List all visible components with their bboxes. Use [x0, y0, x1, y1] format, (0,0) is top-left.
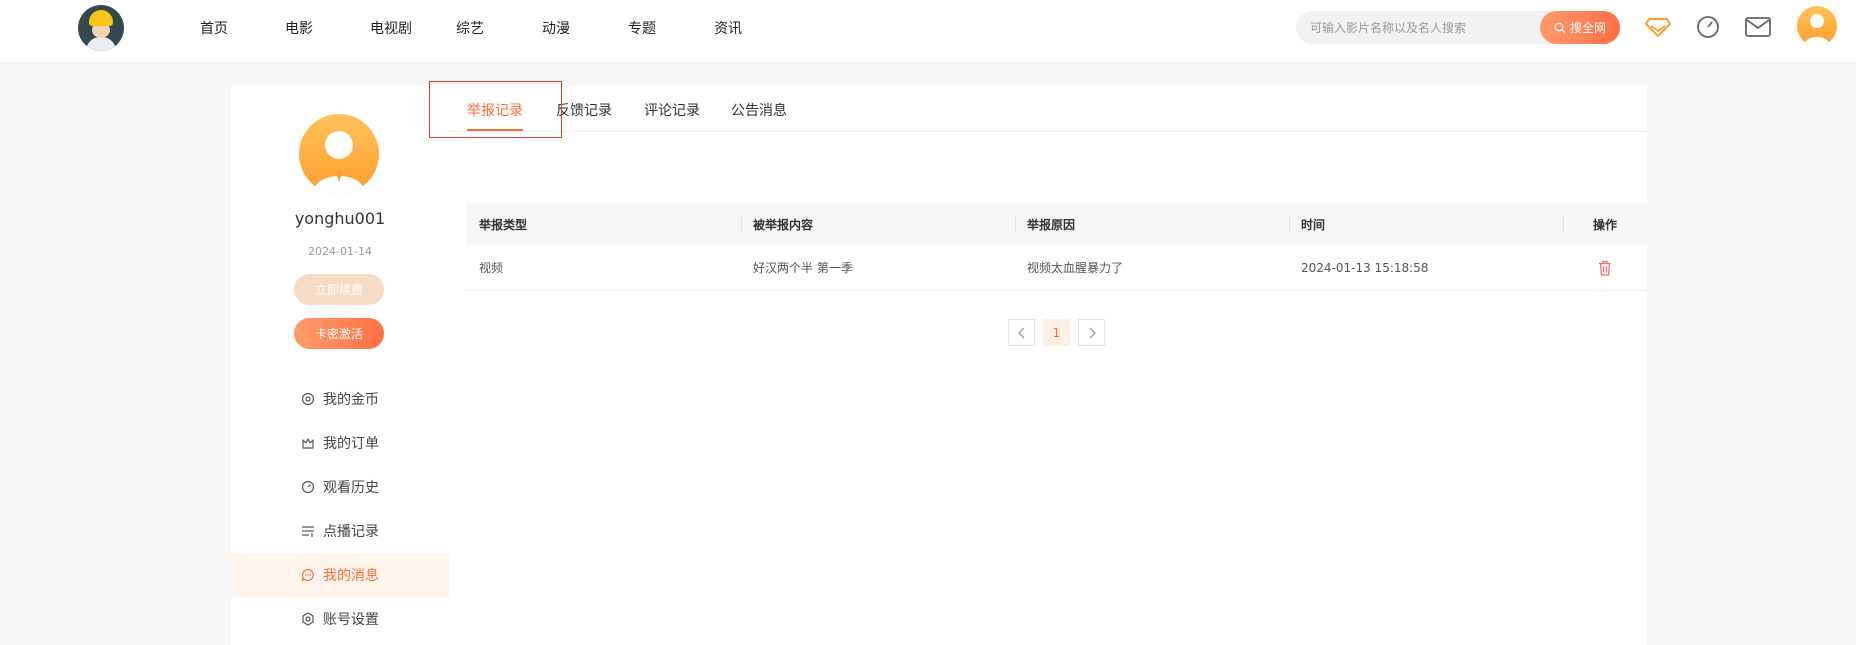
nav-topics[interactable]: 专题	[628, 18, 656, 38]
search-icon	[1554, 22, 1566, 33]
table-header: 举报类型 被举报内容 举报原因 时间 操作	[467, 203, 1647, 245]
settings-icon	[301, 612, 315, 626]
search-bar: 搜全网	[1296, 11, 1620, 44]
top-header: 首页 电影 电视剧 综艺 动漫 专题 资讯 搜全网	[0, 0, 1856, 62]
site-logo[interactable]	[78, 5, 124, 51]
menu-item-orders[interactable]: 我的订单	[231, 421, 449, 465]
highlight-box	[429, 81, 562, 138]
profile-date: 2024-01-14	[308, 245, 372, 258]
user-avatar[interactable]	[1797, 6, 1837, 46]
header-report-reason: 举报原因	[1015, 203, 1289, 245]
nav-home[interactable]: 首页	[200, 18, 228, 38]
delete-button[interactable]	[1563, 245, 1647, 290]
renew-button[interactable]: 立即续费	[294, 274, 384, 305]
nav-news[interactable]: 资讯	[714, 18, 742, 38]
cell-reported-content: 好汉两个半 第一季	[753, 261, 853, 275]
playlist-icon	[301, 524, 315, 538]
chevron-right-icon	[1089, 327, 1096, 338]
menu-item-playlist[interactable]: 点播记录	[231, 509, 449, 553]
page-number-current[interactable]: 1	[1043, 319, 1070, 346]
nav-movies[interactable]: 电影	[285, 18, 313, 38]
search-input[interactable]	[1310, 18, 1530, 38]
tab-comment-records[interactable]: 评论记录	[644, 100, 700, 120]
menu-item-label: 我的金币	[323, 392, 379, 408]
coin-icon	[301, 392, 315, 406]
order-icon	[301, 436, 315, 450]
message-tabs: 举报记录 反馈记录 评论记录 公告消息	[449, 85, 1647, 132]
menu-item-label: 账号设置	[323, 612, 379, 628]
pagination: 1	[1008, 319, 1105, 346]
cell-report-reason: 视频太血腥暴力了	[1027, 261, 1124, 275]
search-button[interactable]: 搜全网	[1540, 11, 1620, 44]
search-button-label: 搜全网	[1569, 21, 1606, 35]
vip-diamond-icon[interactable]	[1644, 13, 1672, 41]
cell-report-type: 视频	[479, 261, 504, 275]
tab-feedback-records[interactable]: 反馈记录	[556, 100, 612, 120]
tab-announcements[interactable]: 公告消息	[731, 100, 787, 120]
menu-item-settings[interactable]: 账号设置	[231, 597, 449, 641]
history-clock-icon[interactable]	[1694, 13, 1722, 41]
table-row: 视频 好汉两个半 第一季 视频太血腥暴力了 2024-01-13 15:18:5…	[467, 245, 1647, 291]
menu-item-label: 点播记录	[323, 524, 379, 540]
profile-sidebar: yonghu001 2024-01-14 立即续费 卡密激活 我的金币 我的订单…	[231, 85, 449, 645]
menu-item-label: 观看历史	[323, 480, 379, 496]
header-reported-content: 被举报内容	[741, 203, 1015, 245]
header-actions: 操作	[1563, 203, 1647, 245]
profile-username: yonghu001	[294, 209, 386, 228]
header-time: 时间	[1289, 203, 1563, 245]
nav-anime[interactable]: 动漫	[542, 18, 570, 38]
next-page-button[interactable]	[1078, 319, 1105, 346]
prev-page-button[interactable]	[1008, 319, 1035, 346]
message-icon	[301, 568, 315, 582]
main-content: 举报记录 反馈记录 评论记录 公告消息 举报类型 被举报内容 举报原因 时间 操…	[429, 81, 1647, 645]
mail-icon[interactable]	[1744, 13, 1772, 41]
menu-item-messages[interactable]: 我的消息	[231, 553, 449, 597]
profile-avatar	[299, 114, 379, 194]
trash-icon	[1599, 260, 1611, 276]
history-icon	[301, 480, 315, 494]
chevron-left-icon	[1017, 327, 1024, 338]
header-report-type: 举报类型	[479, 217, 528, 232]
menu-item-history[interactable]: 观看历史	[231, 465, 449, 509]
menu-item-label: 我的订单	[323, 436, 379, 452]
cell-time: 2024-01-13 15:18:58	[1301, 260, 1429, 275]
report-table: 举报类型 被举报内容 举报原因 时间 操作 视频 好汉两个半 第一季 视频太血腥…	[467, 203, 1647, 291]
menu-item-coins[interactable]: 我的金币	[231, 377, 449, 421]
card-activate-button[interactable]: 卡密激活	[294, 318, 384, 349]
nav-variety[interactable]: 综艺	[456, 18, 484, 38]
menu-item-label: 我的消息	[323, 568, 379, 584]
nav-tv-series[interactable]: 电视剧	[370, 18, 412, 38]
